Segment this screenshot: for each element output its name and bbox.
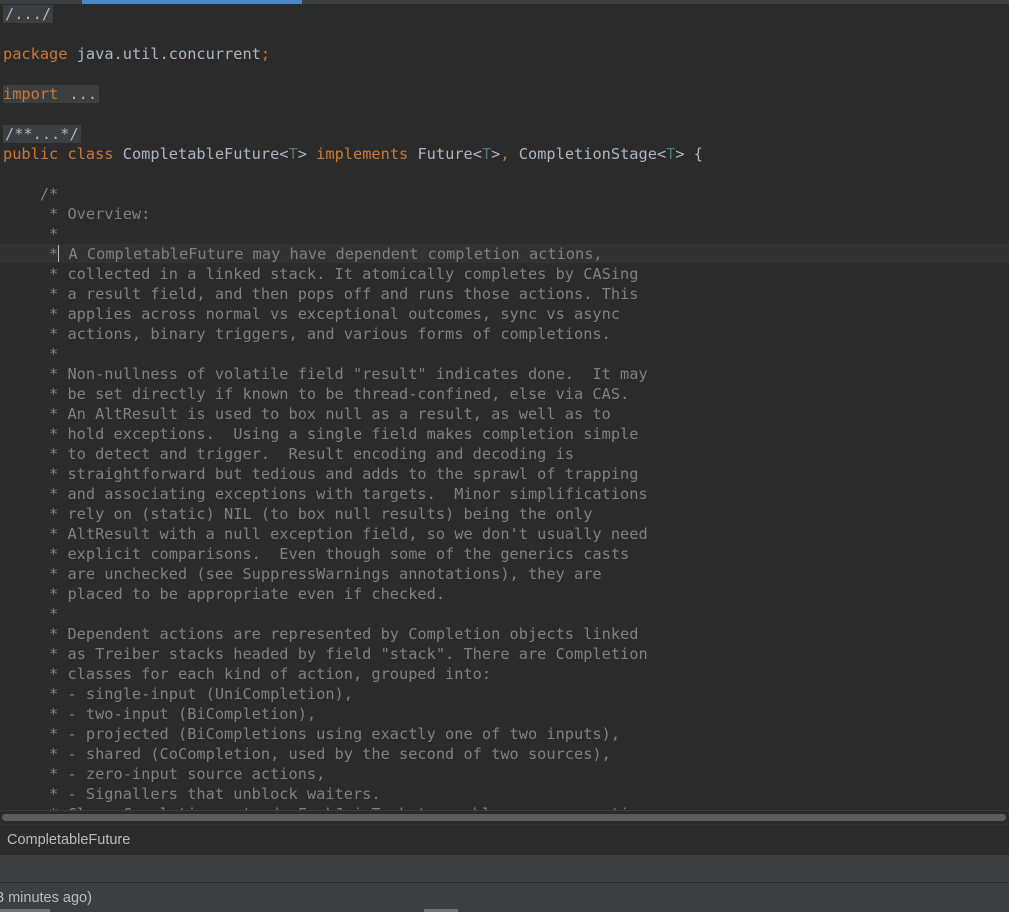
code-line[interactable]: * [3,344,58,364]
code-line[interactable]: * [3,604,58,624]
code-line[interactable]: * - shared (CoCompletion, used by the se… [3,744,611,764]
code-token: import [3,85,68,103]
code-line[interactable]: * classes for each kind of action, group… [3,664,491,684]
code-line[interactable]: * rely on (static) NIL (to box null resu… [3,504,592,524]
code-token: T [288,145,298,163]
code-token: T [666,145,676,163]
code-line[interactable]: * Dependent actions are represented by C… [3,624,638,644]
code-token: public class [3,145,123,163]
code-line[interactable]: * placed to be appropriate even if check… [3,584,445,604]
code-token: CompletableFuture< [122,145,289,163]
code-token: * AltResult with a null exception field,… [3,525,648,543]
code-line[interactable]: * Non-nullness of volatile field "result… [3,364,648,384]
code-line[interactable]: * [3,224,58,244]
code-token: > [297,145,317,163]
code-token: CompletionStage< [518,145,667,163]
code-line[interactable]: package java.util.concurrent; [3,44,270,64]
code-line[interactable]: * - Signallers that unblock waiters. [3,784,381,804]
code-token: * - projected (BiCompletions using exact… [3,725,621,743]
code-token: * - zero-input source actions, [3,765,326,783]
code-line[interactable]: * are unchecked (see SuppressWarnings an… [3,564,602,584]
code-line[interactable]: * hold exceptions. Using a single field … [3,424,638,444]
code-line[interactable]: * collected in a linked stack. It atomic… [3,264,638,284]
code-token: * - single-input (UniCompletion), [3,685,353,703]
code-token: * actions, binary triggers, and various … [3,325,611,343]
code-token: * - shared (CoCompletion, used by the se… [3,745,611,763]
code-token: * hold exceptions. Using a single field … [3,425,639,443]
code-line[interactable]: * a result field, and then pops off and … [3,284,638,304]
status-message[interactable]: 3 minutes ago) [0,883,92,912]
horizontal-scrollbar[interactable] [0,810,1009,824]
code-token: Future< [417,145,482,163]
code-line[interactable]: * and associating exceptions with target… [3,484,648,504]
code-token: , [500,145,519,163]
code-token: * - two-input (BiCompletion), [3,705,317,723]
code-line[interactable]: * A CompletableFuture may have dependent… [3,244,603,264]
code-token: * collected in a linked stack. It atomic… [3,265,639,283]
status-bar: 3 minutes ago) [0,883,1009,912]
tool-window-bar [0,855,1009,883]
code-token: java.util.concurrent [76,45,261,63]
code-line[interactable]: * - zero-input source actions, [3,764,325,784]
code-token: ; [260,45,271,63]
code-token: * to detect and trigger. Result encoding… [3,445,574,463]
code-token: * Non-nullness of volatile field "result… [3,365,648,383]
code-line[interactable]: * actions, binary triggers, and various … [3,324,611,344]
code-token: * An AltResult is used to box null as a … [3,405,611,423]
code-line[interactable]: * - single-input (UniCompletion), [3,684,353,704]
code-line[interactable]: * Overview: [3,204,150,224]
code-line[interactable]: * AltResult with a null exception field,… [3,524,648,544]
code-line[interactable]: * - projected (BiCompletions using exact… [3,724,620,744]
code-token: * applies across normal vs exceptional o… [3,305,621,323]
code-line[interactable]: * to detect and trigger. Result encoding… [3,444,574,464]
code-token: implements [316,145,418,163]
code-editor[interactable]: /.../ package java.util.concurrent; import… [0,4,1009,810]
code-line[interactable]: /**...*/ [3,124,81,144]
code-token: * explicit comparisons. Even though some… [3,545,630,563]
code-token: * Dependent actions are represented by C… [3,625,639,643]
code-token: /.../ [3,5,54,23]
code-token: * A CompletableFuture may have dependent… [3,245,603,263]
code-token: T [481,145,492,163]
code-token: * and associating exceptions with target… [3,485,648,503]
code-line[interactable]: public class CompletableFuture<T> implem… [3,144,703,164]
code-token: * rely on (static) NIL (to box null resu… [3,505,593,523]
code-line[interactable]: * be set directly if known to be thread-… [3,384,629,404]
code-token: * classes for each kind of action, group… [3,665,492,683]
code-line[interactable]: /.../ [3,4,54,24]
code-token: * [3,225,59,243]
code-line[interactable]: * straightforward but tedious and adds t… [3,464,638,484]
code-token: > [491,145,501,163]
code-token: * straightforward but tedious and adds t… [3,465,639,483]
code-line[interactable]: * explicit comparisons. Even though some… [3,544,629,564]
code-line[interactable]: * as Treiber stacks headed by field "sta… [3,644,648,664]
breadcrumb-item-class[interactable]: CompletableFuture [7,825,130,855]
code-line[interactable]: * An AltResult is used to box null as a … [3,404,611,424]
code-token: > { [675,145,704,163]
code-token: * are unchecked (see SuppressWarnings an… [3,565,602,583]
code-token: * as Treiber stacks headed by field "sta… [3,645,648,663]
code-token: /**...*/ [3,125,81,143]
horizontal-scrollbar-thumb[interactable] [2,814,1006,821]
code-line[interactable]: * - two-input (BiCompletion), [3,704,316,724]
code-token: * [3,245,59,263]
breadcrumb: CompletableFuture [0,824,1009,856]
code-token: ... [67,85,100,103]
code-token: /* [3,185,59,203]
code-token: * [3,605,59,623]
code-line[interactable]: /* [3,184,58,204]
code-token: package [3,45,77,63]
code-token: * placed to be appropriate even if check… [3,585,446,603]
code-token: A CompletableFuture may have dependent c… [59,245,603,263]
code-token: * - Signallers that unblock waiters. [3,785,381,803]
code-token: * [3,345,59,363]
code-token: * a result field, and then pops off and … [3,285,639,303]
code-line[interactable]: * applies across normal vs exceptional o… [3,304,620,324]
code-line[interactable]: import ... [3,84,100,104]
code-token: * Overview: [3,205,151,223]
code-token: * be set directly if known to be thread-… [3,385,630,403]
